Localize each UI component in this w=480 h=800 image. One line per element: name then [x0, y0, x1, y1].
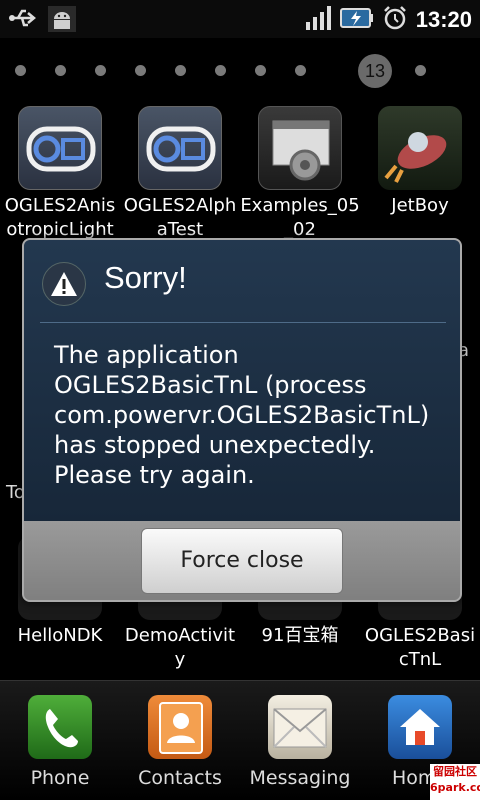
dock-label: Messaging	[249, 767, 351, 789]
ogles-icon	[18, 106, 102, 190]
dock-label: Phone	[30, 767, 90, 789]
contacts-icon	[148, 695, 212, 759]
page-dot[interactable]	[135, 65, 146, 76]
app-ogles2-alpha-test[interactable]: OGLES2AlphaTest	[120, 106, 240, 256]
page-dot[interactable]	[55, 65, 66, 76]
page-dot[interactable]	[255, 65, 266, 76]
signal-icon	[305, 6, 332, 34]
app-label: HelloNDK	[17, 625, 103, 646]
page-indicator: 13	[0, 52, 480, 88]
dock-messaging[interactable]: Messaging	[240, 695, 360, 795]
app-label: OGLES2AlphaTest	[123, 195, 237, 240]
dock: Phone Contacts Messaging Home	[0, 680, 480, 800]
dialog-message: The application OGLES2BasicTnL (process …	[54, 341, 430, 489]
alarm-icon	[382, 5, 408, 35]
dialog-divider	[40, 322, 446, 323]
dialog-title: Sorry!	[104, 260, 187, 295]
page-dot[interactable]	[295, 65, 306, 76]
app-label: Examples_05_02	[240, 195, 360, 240]
page-dot[interactable]	[215, 65, 226, 76]
usb-icon	[8, 6, 38, 36]
app-label: DemoActivity	[124, 625, 236, 670]
warning-icon	[42, 262, 86, 306]
watermark: 留园社区 6park.com	[430, 764, 480, 800]
error-dialog: Sorry! The application OGLES2BasicTnL (p…	[22, 238, 462, 602]
phone-icon	[28, 695, 92, 759]
dialog-body: Sorry! The application OGLES2BasicTnL (p…	[24, 240, 460, 521]
home-icon	[388, 695, 452, 759]
jetboy-icon	[378, 106, 462, 190]
page-dot[interactable]	[95, 65, 106, 76]
dialog-header: Sorry!	[24, 240, 460, 322]
ogles-icon	[138, 106, 222, 190]
current-page-indicator: 13	[358, 54, 392, 88]
page-dot[interactable]	[175, 65, 186, 76]
force-close-button[interactable]: Force close	[141, 528, 343, 594]
messaging-icon	[268, 695, 332, 759]
dock-contacts[interactable]: Contacts	[120, 695, 240, 795]
app-label: OGLES2AnisotropicLight	[4, 195, 116, 240]
dock-phone[interactable]: Phone	[0, 695, 120, 795]
app-label: OGLES2BasicTnL	[364, 625, 476, 670]
page-dot[interactable]	[15, 65, 26, 76]
app-examples-05-02[interactable]: Examples_05_02	[240, 106, 360, 256]
examples-icon	[258, 106, 342, 190]
app-jetboy[interactable]: JetBoy	[360, 106, 480, 256]
watermark-line: 6park.com	[430, 781, 480, 794]
status-bar: 13:20	[0, 0, 480, 38]
app-ogles2-anisotropic-light[interactable]: OGLES2AnisotropicLight	[0, 106, 120, 256]
app-label: 91百宝箱	[261, 625, 339, 646]
dock-label: Contacts	[138, 767, 222, 789]
page-dot[interactable]	[415, 65, 426, 76]
battery-charging-icon	[339, 7, 374, 33]
watermark-line: 留园社区	[433, 765, 477, 778]
app-label: JetBoy	[391, 195, 449, 216]
clock: 13:20	[415, 7, 472, 32]
android-debug-icon	[48, 6, 76, 36]
